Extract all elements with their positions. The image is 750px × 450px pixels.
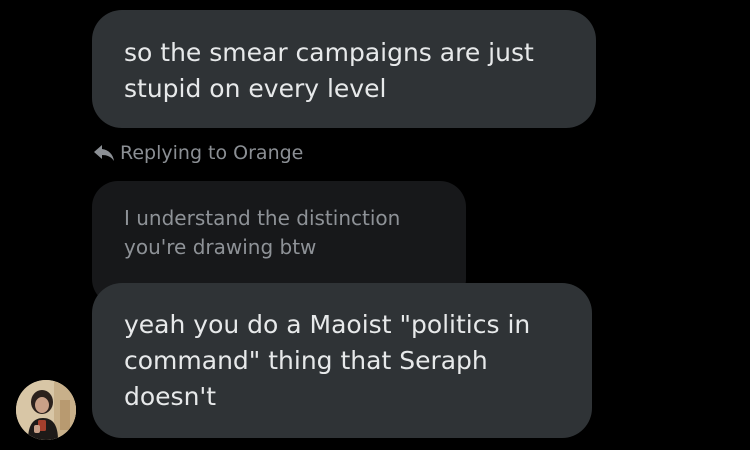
avatar[interactable]: [16, 380, 76, 440]
quoted-message-text: I understand the distinction you're draw…: [124, 206, 401, 259]
message-bubble[interactable]: so the smear campaigns are just stupid o…: [92, 10, 596, 128]
message-text: yeah you do a Maoist "politics in comman…: [124, 310, 531, 411]
reply-arrow-icon: [92, 142, 116, 164]
user-avatar-photo-icon: [16, 380, 76, 440]
message-text: so the smear campaigns are just stupid o…: [124, 38, 534, 103]
replying-to-indicator[interactable]: Replying to Orange: [92, 140, 303, 166]
message-bubble[interactable]: yeah you do a Maoist "politics in comman…: [92, 283, 592, 438]
replying-to-label: Replying to Orange: [120, 142, 304, 164]
